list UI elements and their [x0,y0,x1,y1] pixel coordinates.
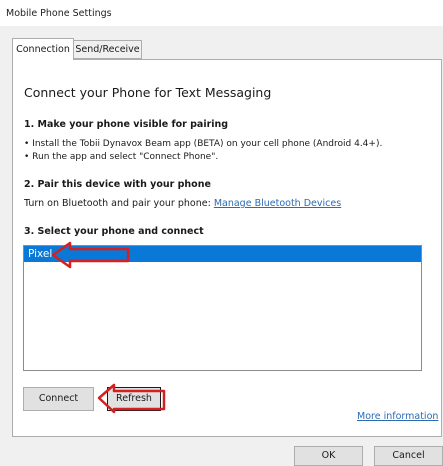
tab-send-receive[interactable]: Send/Receive [73,40,142,59]
tab-connection[interactable]: Connection [12,38,74,60]
panel-heading: Connect your Phone for Text Messaging [24,85,272,100]
ok-button[interactable]: OK [294,446,363,466]
step2-title: 2. Pair this device with your phone [24,179,211,190]
window-title: Mobile Phone Settings [6,8,112,19]
step2-line: Turn on Bluetooth and pair your phone: M… [24,198,341,209]
cancel-button[interactable]: Cancel [374,446,443,466]
step3-title: 3. Select your phone and connect [24,226,204,237]
step2-text: Turn on Bluetooth and pair your phone: [24,198,211,209]
step1-title: 1. Make your phone visible for pairing [24,119,229,130]
manage-bluetooth-link[interactable]: Manage Bluetooth Devices [214,198,341,209]
arrow-annotation-refresh [97,383,166,414]
more-information-link[interactable]: More information [357,411,438,422]
connect-button[interactable]: Connect [23,387,94,411]
step1-bullet-run: • Run the app and select "Connect Phone"… [24,152,219,162]
step1-bullet-install: • Install the Tobii Dynavox Beam app (BE… [24,139,383,149]
arrow-annotation-pixel [51,241,130,269]
title-bar: Mobile Phone Settings [0,0,443,26]
